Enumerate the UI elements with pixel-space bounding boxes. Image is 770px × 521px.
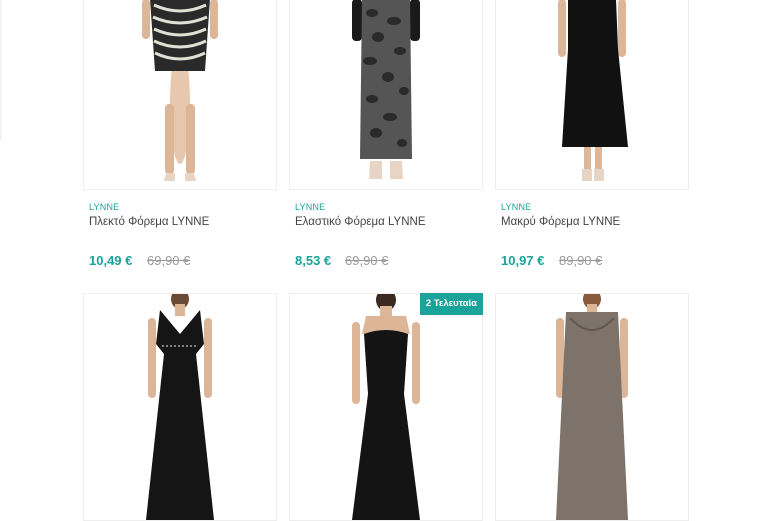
product-brand[interactable]: LYNNE	[295, 202, 325, 212]
product-old-price: 69,90 €	[345, 253, 389, 268]
product-image[interactable]	[495, 0, 689, 190]
product-image[interactable]	[83, 293, 277, 521]
page-edge	[0, 0, 2, 140]
product-image[interactable]	[83, 0, 277, 190]
product-title[interactable]: Ελαστικό Φόρεμα LYNNE	[295, 216, 426, 228]
product-old-price: 89,90 €	[559, 253, 603, 268]
product-image[interactable]	[495, 293, 689, 521]
stock-badge: 2 Τελευταία	[419, 293, 483, 315]
product-price: 10,49 €	[89, 253, 133, 268]
product-brand[interactable]: LYNNE	[89, 202, 119, 212]
product-title[interactable]: Μακρύ Φόρεμα LYNNE	[501, 216, 620, 228]
product-image[interactable]	[289, 0, 483, 190]
product-old-price: 69,90 €	[147, 253, 191, 268]
product-image[interactable]	[289, 293, 483, 521]
product-brand[interactable]: LYNNE	[501, 202, 531, 212]
product-price: 10,97 €	[501, 253, 545, 268]
product-price: 8,53 €	[295, 253, 332, 268]
product-title[interactable]: Πλεκτό Φόρεμα LYNNE	[89, 216, 209, 228]
